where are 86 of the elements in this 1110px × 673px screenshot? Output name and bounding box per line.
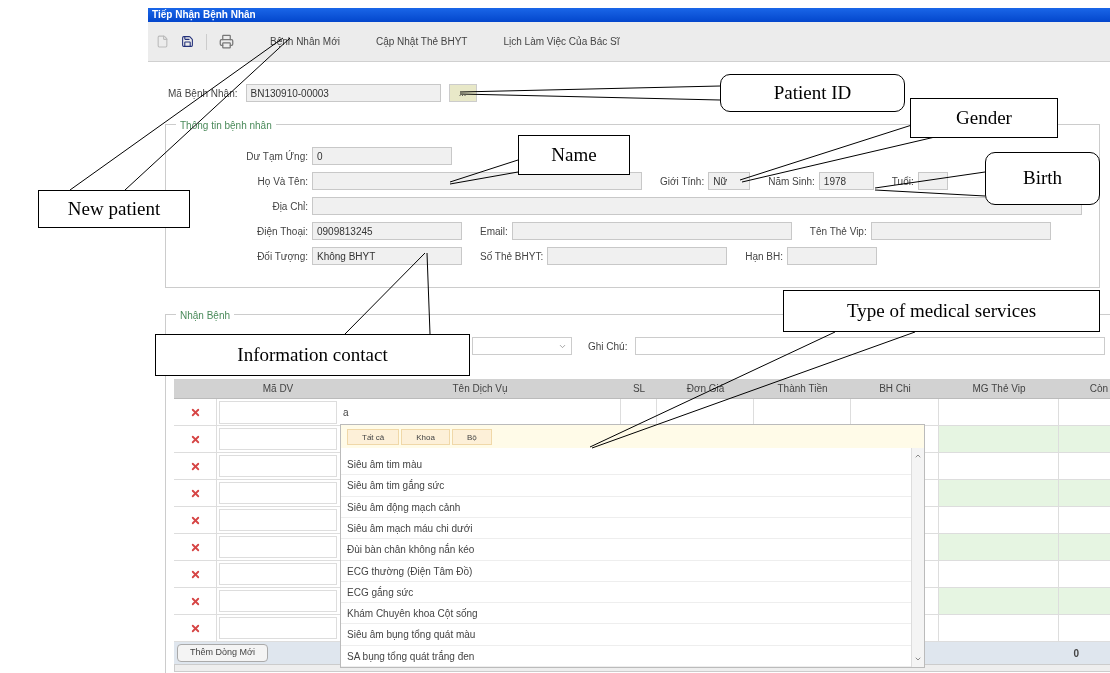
text-field[interactable] [917, 172, 948, 190]
field-label: Ghi Chú: [588, 339, 628, 354]
field-label: Đối Tượng: [256, 249, 308, 264]
field-label: Tên Thẻ Vip: [809, 224, 867, 239]
field-label: Điện Thoại: [256, 224, 308, 239]
delete-icon[interactable] [189, 460, 201, 472]
text-field[interactable]: Nữ [708, 172, 751, 190]
filter-tab[interactable]: Bộ [451, 428, 492, 445]
text-field[interactable] [511, 222, 792, 240]
column-header[interactable]: Còn [1059, 379, 1110, 398]
table-cell[interactable] [219, 455, 337, 477]
text-field[interactable]: BN130910-00003 [245, 84, 441, 102]
field-label: Email: [480, 224, 508, 239]
field-label: Dư Tạm Ứng: [245, 149, 308, 164]
column-header[interactable]: BH Chi [851, 379, 939, 398]
save-icon[interactable] [181, 35, 194, 48]
column-header[interactable]: MG Thẻ Vip [939, 379, 1059, 398]
field-label: Hạn BH: [745, 249, 783, 264]
note-field[interactable] [635, 337, 1106, 355]
scroll-down-icon[interactable] [914, 655, 922, 663]
suggestion-item[interactable]: Siêu âm tim màu [341, 454, 911, 476]
suggestion-item[interactable]: Siêu âm tim gắng sức [341, 475, 911, 497]
text-field[interactable]: 1978 [818, 172, 874, 190]
suggestion-item[interactable]: ECG thường (Điện Tâm Đồ) [341, 560, 911, 582]
callout: Birth [985, 152, 1100, 205]
filter-tab[interactable]: Tất cả [347, 428, 400, 445]
field-label: Số Thẻ BHYT: [480, 249, 544, 264]
dropdown-field[interactable] [472, 337, 572, 355]
text-field[interactable] [870, 222, 1051, 240]
text-field[interactable] [787, 247, 877, 265]
column-header[interactable]: Tên Dịch Vụ [339, 379, 621, 398]
delete-icon[interactable] [189, 568, 201, 580]
delete-icon[interactable] [189, 433, 201, 445]
field-label: Địa Chỉ: [271, 199, 308, 214]
suggestion-item[interactable]: Khám Chuyên khoa Cột sống [341, 603, 911, 625]
delete-icon[interactable] [189, 487, 201, 499]
delete-icon[interactable] [189, 407, 201, 418]
lookup-button[interactable]: ... [448, 84, 477, 102]
group-title: Nhận Bệnh [176, 308, 235, 323]
column-header[interactable]: Thành Tiền [754, 379, 851, 398]
suggestion-item[interactable]: Siêu âm động mạch cảnh [341, 496, 911, 518]
leader-line [449, 159, 519, 185]
add-row-button[interactable]: Thêm Dòng Mới [177, 644, 268, 662]
delete-icon[interactable] [189, 514, 201, 526]
table-cell[interactable] [219, 590, 337, 612]
field-label: Tuổi: [891, 174, 914, 189]
delete-icon[interactable] [189, 541, 201, 553]
callout: New patient [38, 190, 190, 228]
text-field[interactable] [312, 172, 642, 190]
text-field[interactable]: Không BHYT [312, 247, 462, 265]
toolbar-menu-item[interactable]: Cập Nhật Thẻ BHYT [375, 34, 468, 49]
window-title: Tiếp Nhận Bệnh Nhân [148, 8, 1110, 22]
suggestion-item[interactable]: Đùi bàn chân không nắn kéo [341, 539, 911, 561]
callout: Name [518, 135, 630, 175]
callout: Type of medical services [783, 290, 1100, 332]
suggestion-item[interactable]: SA bụng tổng quát trắng đen [341, 645, 911, 667]
text-field[interactable] [547, 247, 728, 265]
table-cell[interactable] [219, 482, 337, 504]
suggestion-item[interactable]: ECG gắng sức [341, 581, 911, 604]
text-field[interactable]: 0 [312, 147, 452, 165]
callout: Gender [910, 98, 1058, 138]
text-field[interactable]: 0909813245 [312, 222, 462, 240]
table-cell[interactable] [219, 536, 337, 558]
delete-icon[interactable] [189, 595, 201, 607]
column-header[interactable]: SL [621, 379, 657, 398]
column-header[interactable]: Mã DV [217, 379, 339, 398]
total-value: 0 [1073, 646, 1079, 661]
text-field[interactable] [312, 197, 1082, 215]
suggestion-item[interactable]: Siêu âm mạch máu chi dưới [341, 517, 911, 540]
table-cell[interactable] [219, 428, 337, 450]
filter-tab[interactable]: Khoa [401, 428, 450, 445]
delete-icon[interactable] [189, 622, 201, 634]
table-cell[interactable] [219, 401, 337, 424]
field-label: Năm Sinh: [768, 174, 815, 189]
field-label: Giới Tính: [660, 174, 705, 189]
new-document-icon[interactable] [156, 35, 169, 48]
callout: Patient ID [720, 74, 905, 112]
toolbar-menu-item[interactable]: Lịch Làm Việc Của Bác Sĩ [503, 34, 620, 49]
printer-icon[interactable] [219, 34, 234, 49]
vertical-scrollbar[interactable] [911, 448, 924, 667]
callout: Information contact [155, 334, 470, 376]
field-label: Họ Và Tên: [256, 174, 308, 189]
table-cell[interactable] [219, 509, 337, 531]
table-cell[interactable] [219, 617, 337, 639]
suggestion-item[interactable]: Siêu âm bụng tổng quát màu [341, 624, 911, 646]
table-cell[interactable] [219, 563, 337, 585]
